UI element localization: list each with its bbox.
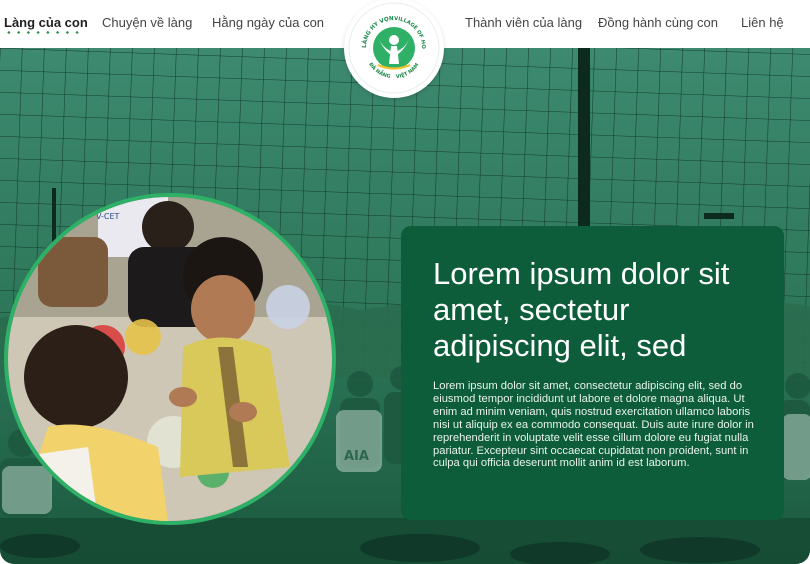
- photo-shirt-text: V-CET: [96, 212, 120, 221]
- play-icon[interactable]: [8, 197, 48, 237]
- hero-description: Lorem ipsum dolor sit amet, consectetur …: [433, 380, 754, 470]
- nav-link-dong-hanh-cung-con[interactable]: Đồng hành cùng con: [598, 15, 718, 30]
- background-shirt-text: AIA: [344, 449, 369, 464]
- featured-photo[interactable]: V-CET: [4, 193, 336, 525]
- nav-link-chuyen-ve-lang[interactable]: Chuyện về làng: [102, 15, 192, 30]
- children-photo-illustration: V-CET: [8, 197, 332, 521]
- active-nav-indicator: [4, 31, 82, 34]
- hero-section: AIA V-CET Lorem ipsum dolor sit amet, se…: [0, 48, 810, 564]
- nav-link-hang-ngay-cua-con[interactable]: Hằng ngày của con: [212, 15, 324, 30]
- logo-emblem: LÀNG HY VỌNG VILLAGE OF HOPE ĐÀ NẴNG VIỆ…: [344, 0, 440, 94]
- nav-link-lang-cua-con[interactable]: Làng của con: [4, 15, 88, 30]
- village-of-hope-logo[interactable]: LÀNG HY VỌNG VILLAGE OF HOPE ĐÀ NẴNG VIỆ…: [344, 0, 444, 98]
- nav-link-thanh-vien-cua-lang[interactable]: Thành viên của làng: [465, 15, 582, 30]
- hero-title: Lorem ipsum dolor sit amet, sectetur adi…: [433, 256, 730, 363]
- hero-text-card: Lorem ipsum dolor sit amet, sectetur adi…: [401, 226, 784, 520]
- nav-link-lien-he[interactable]: Liên hệ: [741, 15, 784, 30]
